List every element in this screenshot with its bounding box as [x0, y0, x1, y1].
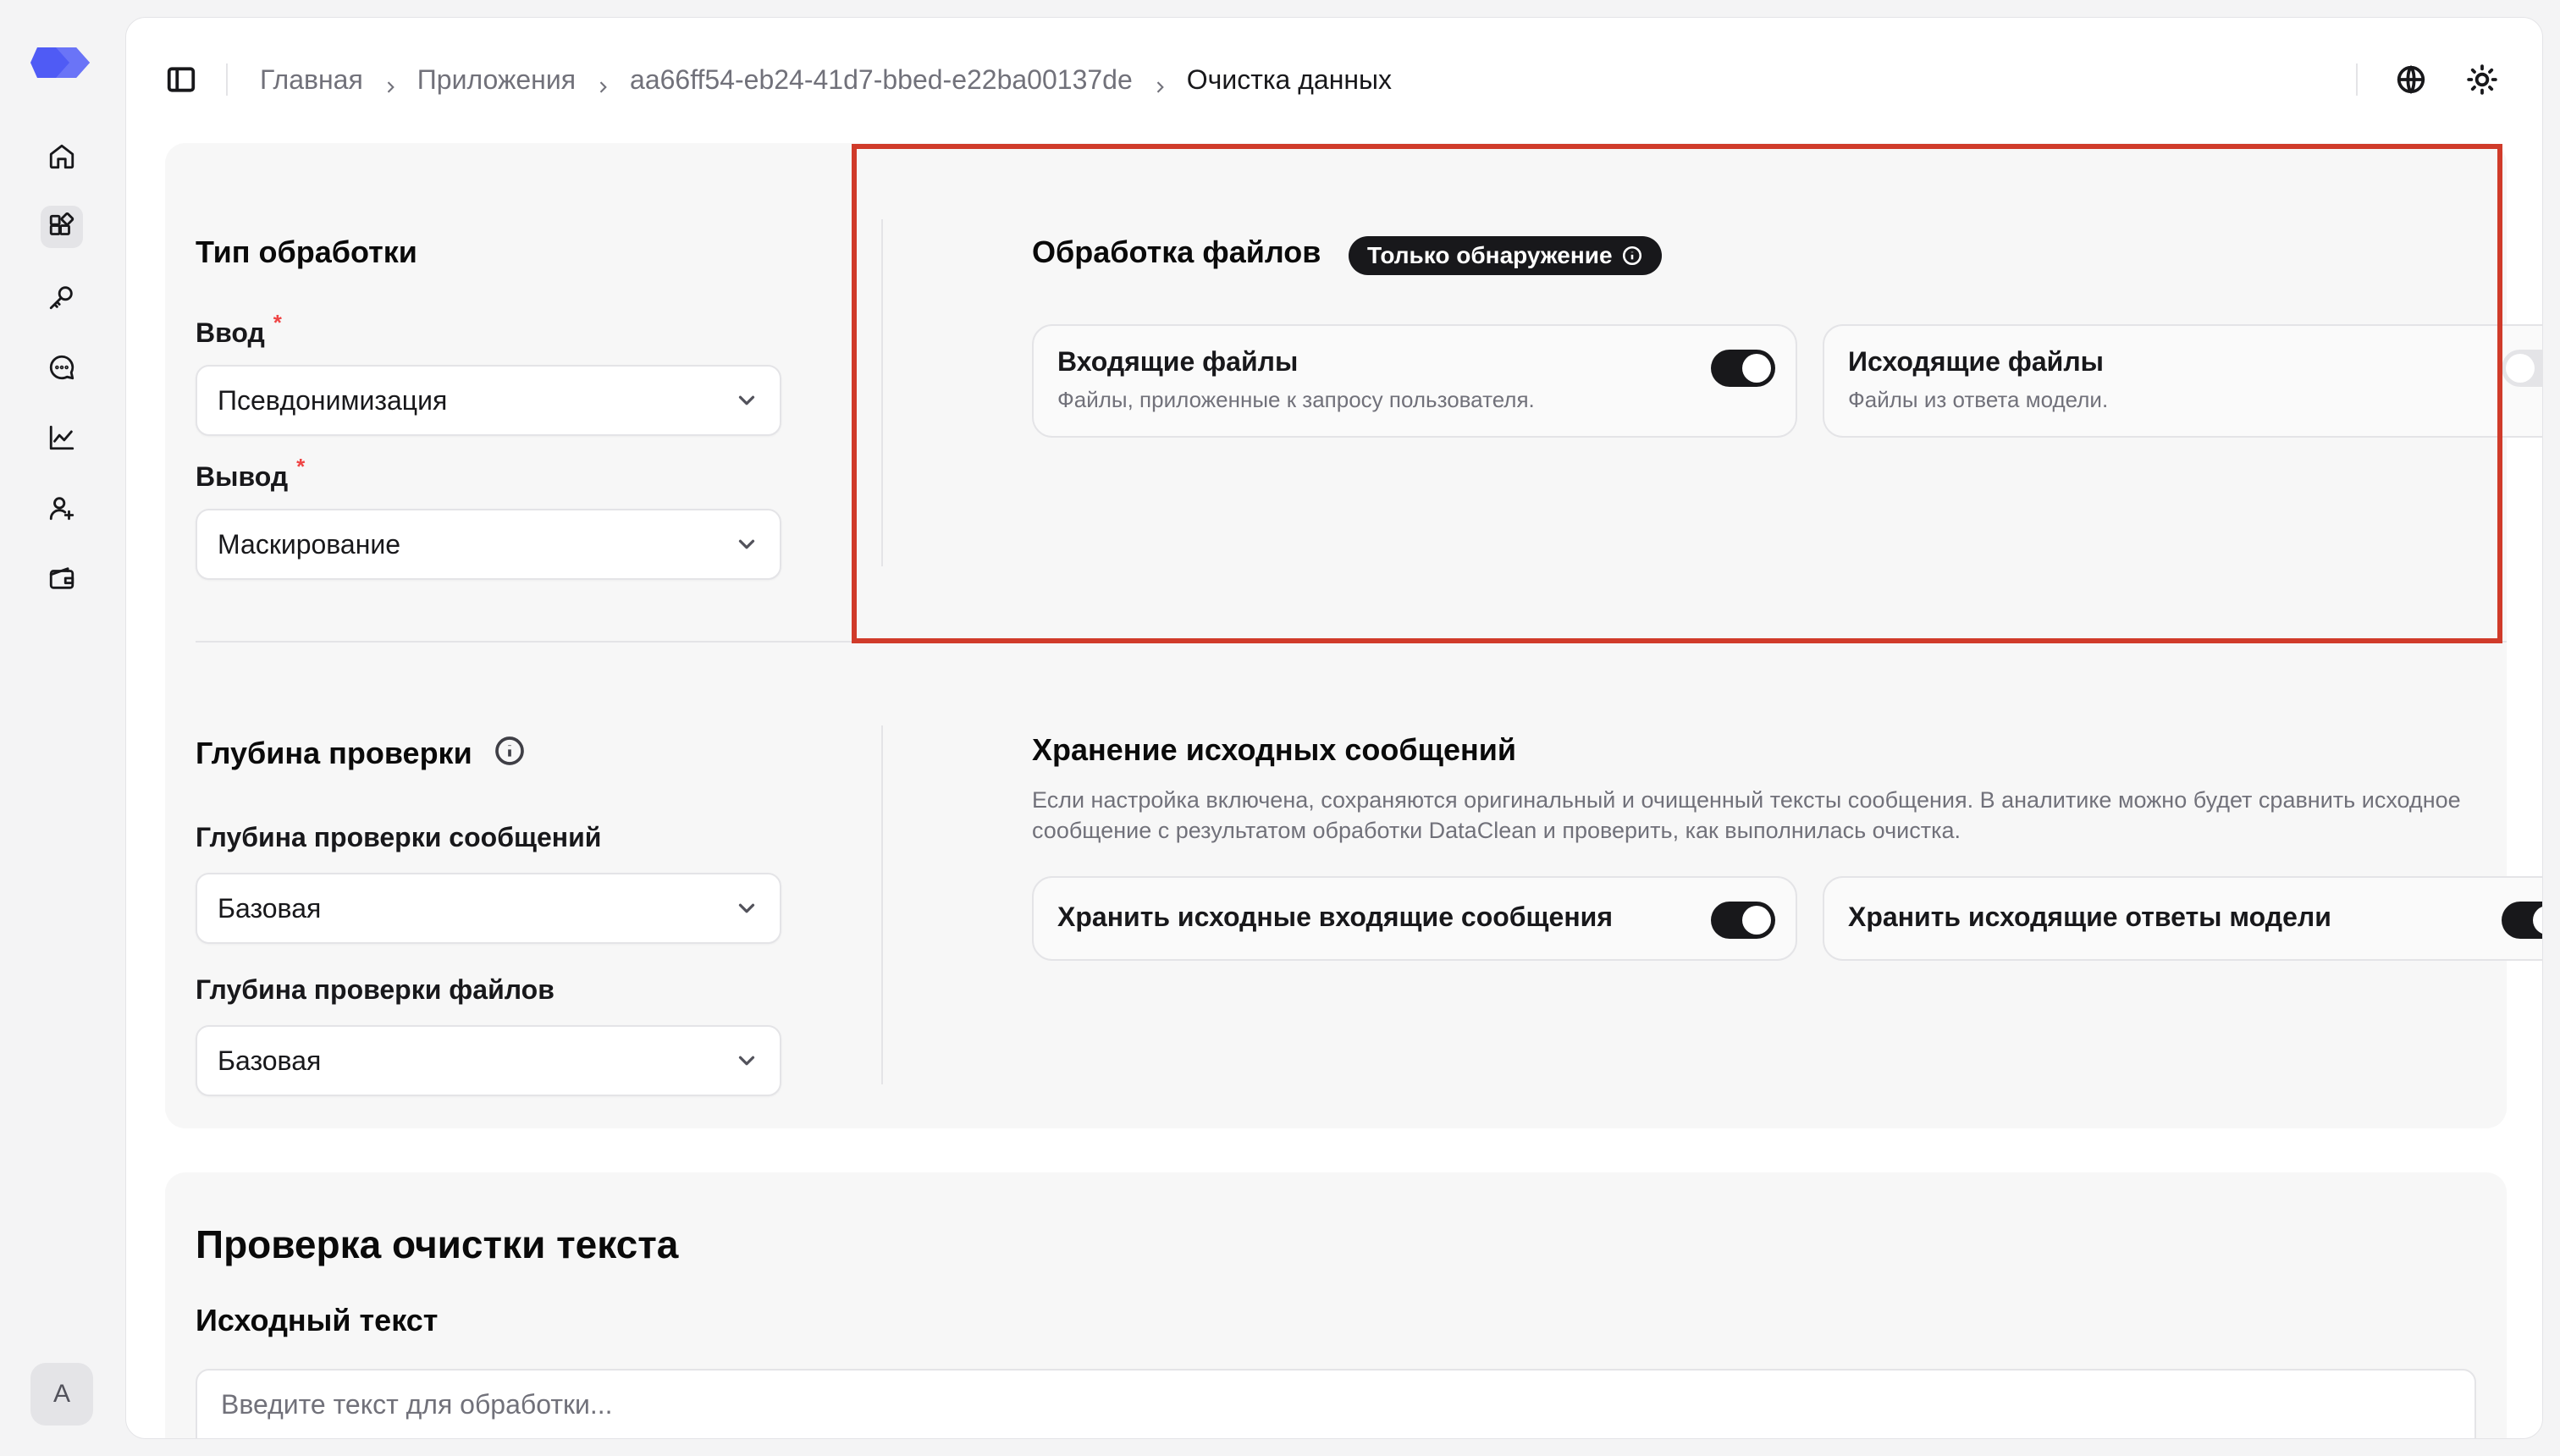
file-depth-select[interactable]: Базовая — [196, 1025, 781, 1096]
user-plus-icon — [49, 497, 74, 521]
sidebar-toggle-button[interactable] — [165, 63, 197, 96]
nav-wallet[interactable] — [41, 557, 83, 599]
home-icon — [49, 144, 74, 169]
store-incoming-card: Хранить исходные входящие сообщения — [1032, 876, 1797, 961]
toggle-knob — [1742, 906, 1771, 935]
avatar[interactable]: A — [30, 1363, 93, 1426]
required-mark: * — [296, 454, 306, 479]
store-outgoing-toggle[interactable] — [2502, 902, 2542, 939]
settings-panel: Тип обработки Ввод * Псевдонимизация Выво… — [165, 143, 2542, 1128]
toggle-knob — [2533, 906, 2542, 935]
breadcrumb-app-id[interactable]: aa66ff54-eb24-41d7-bbed-e22ba00137de — [630, 64, 1133, 96]
outgoing-files-card: Исходящие файлы Файлы из ответа модели. — [1823, 324, 2542, 438]
depth-title: Глубина проверки — [196, 735, 472, 770]
message-depth-label: Глубина проверки сообщений — [196, 822, 602, 852]
nav-analytics[interactable] — [41, 416, 83, 459]
message-depth-select[interactable]: Базовая — [196, 873, 781, 944]
detection-only-badge[interactable]: Только обнаружение — [1349, 236, 1662, 275]
chevron-right-icon — [594, 71, 611, 93]
toggle-knob — [2506, 354, 2535, 383]
globe-icon — [2397, 65, 2425, 94]
chevron-down-icon — [738, 539, 755, 549]
sun-icon — [2467, 64, 2497, 95]
info-icon — [1622, 245, 1641, 266]
header-divider — [2356, 63, 2358, 96]
apps-icon — [49, 212, 74, 235]
file-depth-label: Глубина проверки файлов — [196, 974, 554, 1005]
input-mode-value: Псевдонимизация — [218, 384, 448, 416]
avatar-letter: A — [52, 1380, 70, 1408]
output-mode-select[interactable]: Маскирование — [196, 509, 781, 580]
output-mode-value: Маскирование — [218, 528, 401, 560]
chevron-down-icon — [738, 395, 755, 405]
source-text-placeholder: Введите текст для обработки... — [221, 1389, 613, 1420]
output-label-text: Вывод — [196, 461, 289, 492]
nav-home[interactable] — [41, 135, 83, 178]
outgoing-files-title: Исходящие файлы — [1848, 346, 2104, 377]
required-mark: * — [273, 310, 282, 335]
row-divider — [196, 641, 2507, 643]
breadcrumb-home[interactable]: Главная — [260, 64, 363, 96]
depth-info-button[interactable] — [493, 734, 527, 772]
storage-desc: Если настройка включена, сохраняются ори… — [1032, 787, 2461, 843]
nav-rail: A — [0, 0, 124, 1456]
file-depth-value: Базовая — [218, 1045, 322, 1076]
source-text-input[interactable]: Введите текст для обработки... — [196, 1369, 2476, 1438]
chevron-down-icon — [738, 903, 755, 913]
nav-keys[interactable] — [41, 276, 83, 318]
badge-label: Только обнаружение — [1367, 242, 1613, 268]
input-mode-select[interactable]: Псевдонимизация — [196, 365, 781, 436]
input-label: Ввод * — [196, 310, 282, 349]
chevron-right-icon — [382, 71, 399, 93]
breadcrumb: Главная Приложения aa66ff54-eb24-41d7-bb… — [260, 62, 1392, 97]
processing-type-title: Тип обработки — [196, 234, 417, 269]
chevron-right-icon — [1151, 71, 1168, 93]
key-icon — [49, 286, 73, 310]
message-depth-value: Базовая — [218, 892, 322, 924]
nav-chat[interactable] — [41, 346, 83, 389]
store-outgoing-card: Хранить исходящие ответы модели — [1823, 876, 2542, 961]
breadcrumb-apps[interactable]: Приложения — [417, 64, 576, 96]
output-label: Вывод * — [196, 454, 305, 493]
outgoing-files-desc: Файлы из ответа модели. — [1848, 387, 2109, 412]
text-check-title: Проверка очистки текста — [196, 1222, 679, 1266]
info-icon — [494, 736, 524, 765]
column-divider — [881, 725, 883, 1084]
source-text-label: Исходный текст — [196, 1303, 439, 1337]
file-processing-title: Обработка файлов — [1032, 234, 1321, 269]
chevron-down-icon — [738, 1056, 755, 1066]
input-label-text: Ввод — [196, 317, 265, 348]
depth-heading: Глубина проверки — [196, 734, 527, 772]
breadcrumb-current: Очистка данных — [1186, 63, 1393, 95]
text-check-card: Проверка очистки текста Исходный текст В… — [165, 1172, 2507, 1438]
storage-title: Хранение исходных сообщений — [1032, 732, 1517, 767]
column-divider — [881, 219, 883, 566]
toggle-knob — [1742, 354, 1771, 383]
sidebar-icon — [167, 67, 196, 92]
main-content: Главная Приложения aa66ff54-eb24-41d7-bb… — [125, 17, 2543, 1439]
store-incoming-label: Хранить исходные входящие сообщения — [1057, 902, 1614, 932]
incoming-files-card: Входящие файлы Файлы, приложенные к запр… — [1032, 324, 1797, 438]
incoming-files-toggle[interactable] — [1711, 350, 1775, 387]
nav-apps[interactable] — [41, 206, 83, 248]
header-divider — [226, 63, 228, 96]
language-button[interactable] — [2393, 62, 2429, 97]
app-logo[interactable] — [30, 44, 93, 81]
outgoing-files-toggle[interactable] — [2502, 350, 2542, 387]
nav-users[interactable] — [41, 487, 83, 529]
theme-toggle-button[interactable] — [2464, 62, 2500, 97]
store-outgoing-label: Хранить исходящие ответы модели — [1848, 902, 2331, 932]
chat-icon — [49, 355, 74, 380]
incoming-files-title: Входящие файлы — [1057, 346, 1299, 377]
top-header: Главная Приложения aa66ff54-eb24-41d7-bb… — [126, 18, 2542, 145]
wallet-icon — [49, 567, 74, 589]
store-incoming-toggle[interactable] — [1711, 902, 1775, 939]
chart-icon — [49, 425, 74, 450]
incoming-files-desc: Файлы, приложенные к запросу пользовател… — [1057, 387, 1535, 412]
app-root: A Главная Приложения aa66ff54-eb24-41d7-… — [0, 0, 2560, 1456]
